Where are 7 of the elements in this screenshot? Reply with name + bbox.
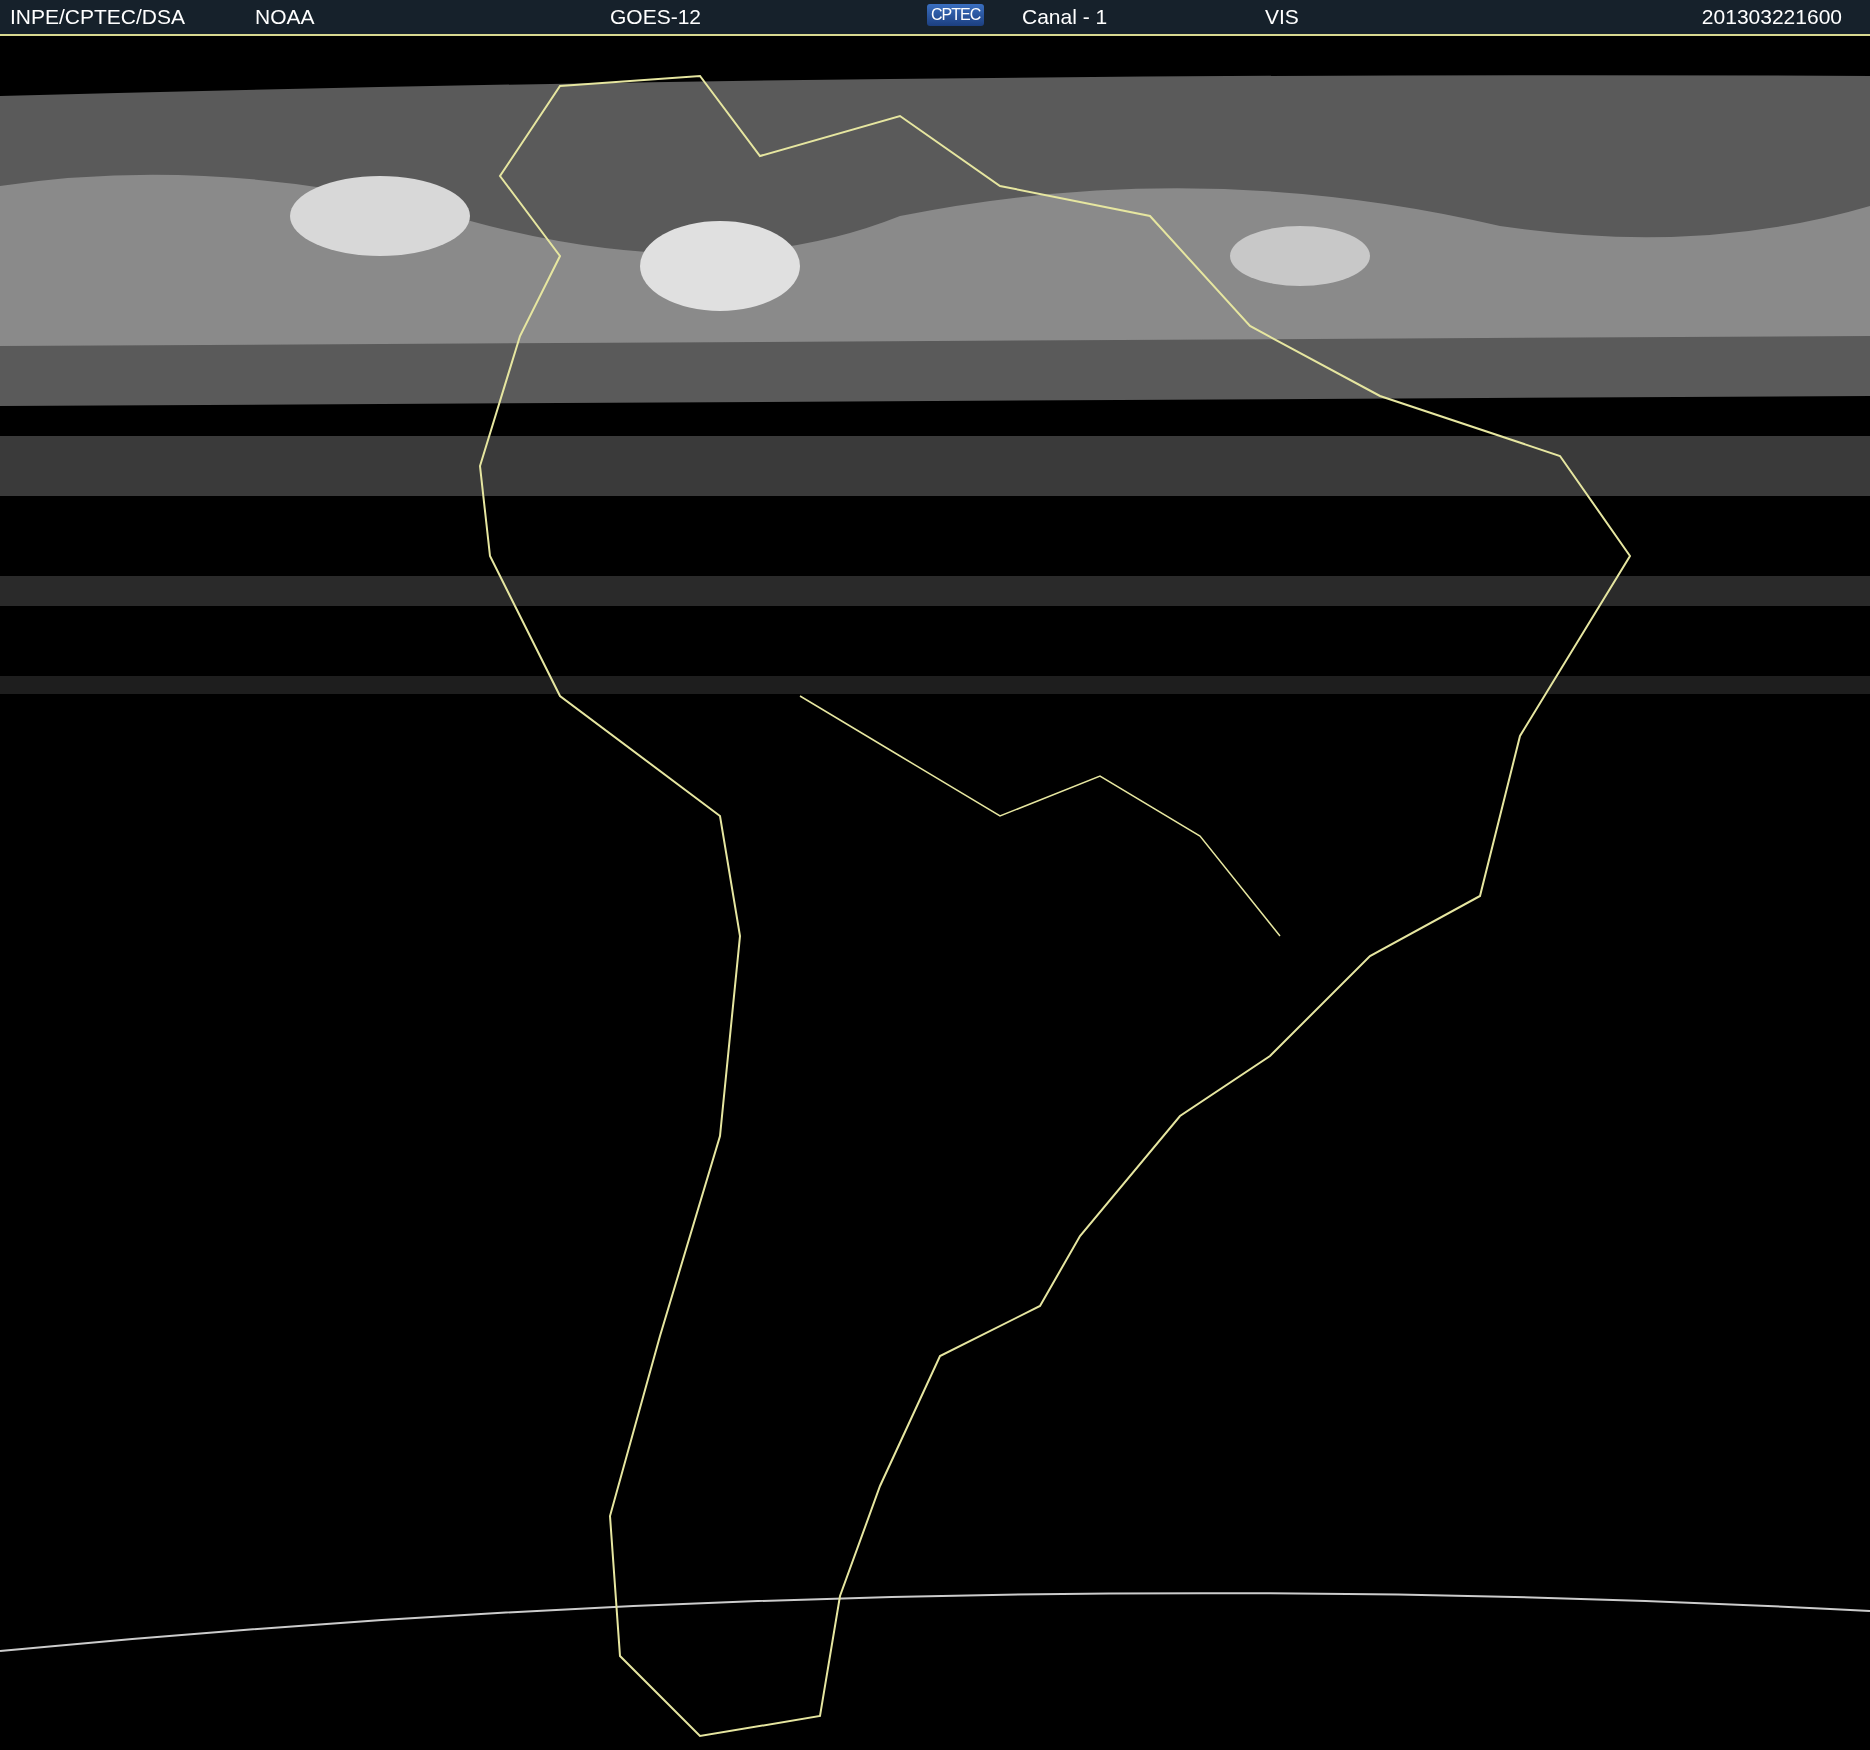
band-label: VIS (1265, 5, 1299, 29)
timestamp-label: 201303221600 (1701, 5, 1843, 29)
channel-label: Canal - 1 (1022, 5, 1108, 29)
satellite-label: GOES-12 (610, 5, 702, 29)
logo: CPTEC (927, 4, 985, 26)
source-label: INPE/CPTEC/DSA (10, 5, 186, 29)
agency-label: NOAA (255, 5, 315, 29)
